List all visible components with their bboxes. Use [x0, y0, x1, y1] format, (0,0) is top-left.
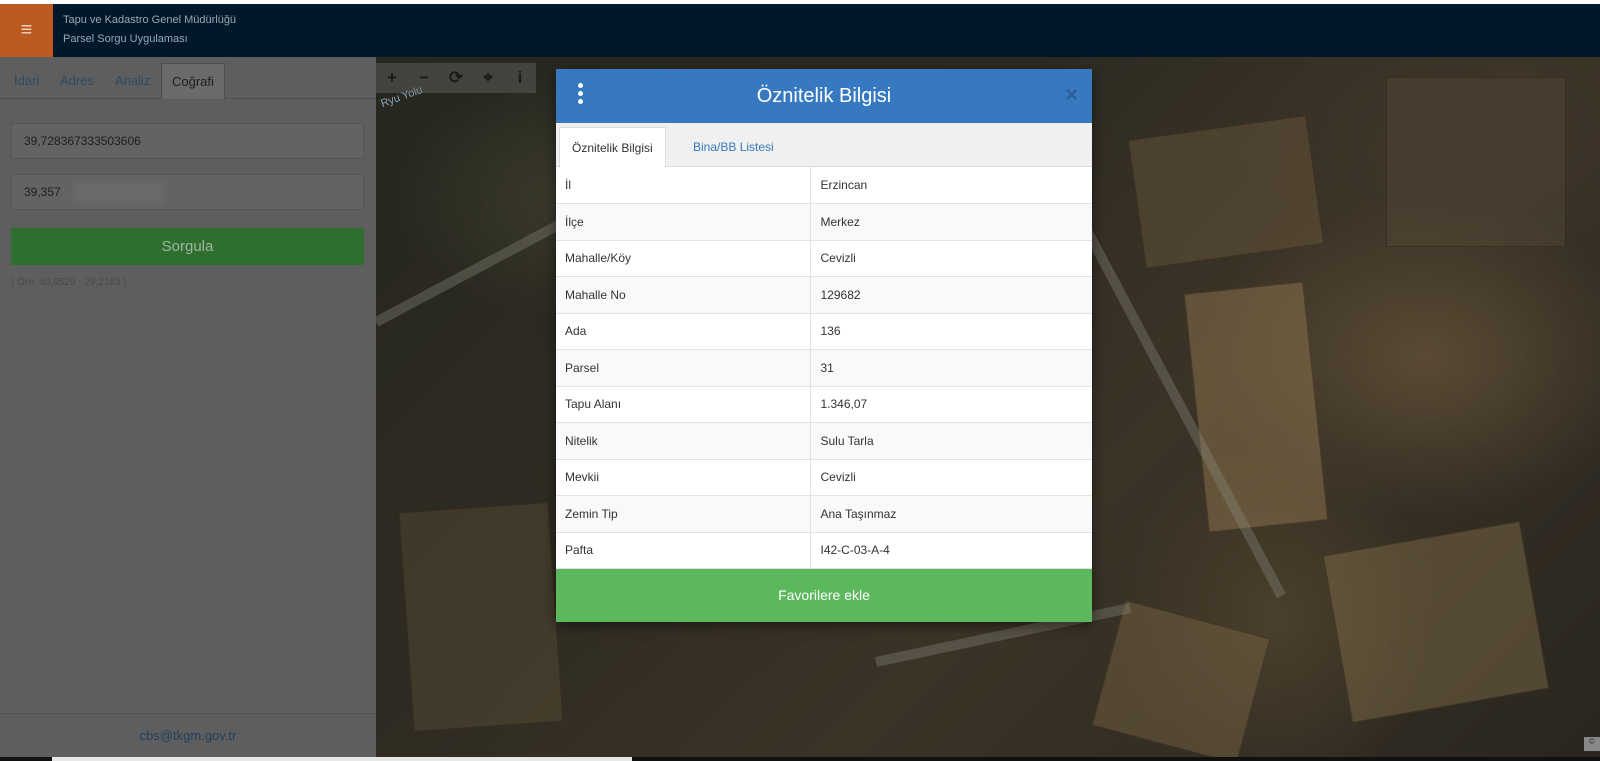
info-icon[interactable]: i	[504, 63, 536, 93]
table-row: Mevkii Cevizli	[556, 459, 1092, 496]
sidebar-tabs: İdari Adres Analiz Coğrafi	[0, 57, 376, 99]
attribute-table: İl Erzincan İlçe Merkez Mahalle/Köy Cevizli…	[556, 167, 1092, 569]
table-row: Zemin Tip Ana Taşınmaz	[556, 495, 1092, 533]
tab-cografi[interactable]: Coğrafi	[161, 63, 225, 99]
tab-analiz[interactable]: Analiz	[115, 63, 150, 99]
row-key: Tapu Alanı	[556, 386, 811, 423]
row-value: 136	[810, 313, 1092, 350]
attribute-info-modal: Öznitelik Bilgisi × Öznitelik Bilgisi Bi…	[556, 69, 1092, 622]
row-value: Cevizli	[810, 240, 1092, 277]
row-value: 31	[810, 349, 1092, 387]
row-value: Cevizli	[810, 459, 1092, 496]
map-field	[1127, 115, 1325, 269]
map-field	[1322, 520, 1550, 724]
table-row: Parsel 31	[556, 349, 1092, 387]
table-row: Mahalle/Köy Cevizli	[556, 240, 1092, 277]
redacted-blur	[74, 183, 164, 203]
footer-email[interactable]: cbs@tkgm.gov.tr	[0, 713, 376, 757]
latitude-input[interactable]: 39,728367333503606	[11, 123, 364, 159]
modal-title: Öznitelik Bilgisi	[756, 85, 892, 107]
row-key: İl	[556, 167, 811, 204]
app-title: Tapu ve Kadastro Genel Müdürlüğü Parsel …	[63, 11, 236, 49]
bottom-strip-light	[52, 757, 632, 761]
table-row: İlçe Merkez	[556, 203, 1092, 241]
map-field	[398, 502, 564, 732]
map-credit: ©	[1584, 737, 1600, 751]
table-row: Pafta I42-C-03-A-4	[556, 532, 1092, 569]
map-field	[1386, 77, 1566, 247]
row-value: I42-C-03-A-4	[810, 532, 1092, 569]
close-icon[interactable]: ×	[1065, 82, 1078, 108]
hamburger-icon[interactable]: ≡	[0, 4, 53, 57]
tab-adres[interactable]: Adres	[60, 63, 94, 99]
row-key: Mevkii	[556, 459, 811, 496]
sidebar: İdari Adres Analiz Coğrafi 39,7283673335…	[0, 57, 376, 757]
row-key: Parsel	[556, 349, 811, 387]
row-value: 129682	[810, 276, 1092, 314]
map-field	[1183, 281, 1329, 533]
table-row: İl Erzincan	[556, 167, 1092, 204]
map-toolbar: + − ⟳ ⌖ i	[376, 63, 536, 93]
row-key: Mahalle/Köy	[556, 240, 811, 277]
bottom-strip	[0, 757, 1600, 761]
zoom-in-icon[interactable]: +	[376, 63, 408, 93]
row-key: Nitelik	[556, 422, 811, 460]
row-key: İlçe	[556, 203, 811, 241]
app-header: ≡ Tapu ve Kadastro Genel Müdürlüğü Parse…	[0, 4, 1600, 57]
table-row: Tapu Alanı 1.346,07	[556, 386, 1092, 423]
row-key: Zemin Tip	[556, 495, 811, 533]
table-row: Ada 136	[556, 313, 1092, 350]
row-value: Ana Taşınmaz	[810, 495, 1092, 533]
zoom-out-icon[interactable]: −	[408, 63, 440, 93]
row-value: 1.346,07	[810, 386, 1092, 423]
coordinate-hint: ( Örn: 40,9529 - 29,2163 )	[11, 277, 127, 288]
modal-header: Öznitelik Bilgisi ×	[556, 69, 1092, 123]
row-key: Ada	[556, 313, 811, 350]
row-value: Sulu Tarla	[810, 422, 1092, 460]
row-value: Merkez	[810, 203, 1092, 241]
map-field	[1091, 599, 1271, 757]
org-name: Tapu ve Kadastro Genel Müdürlüğü	[63, 14, 237, 26]
row-key: Pafta	[556, 532, 811, 569]
longitude-value: 39,357	[24, 185, 61, 199]
add-to-favorites-button[interactable]: Favorilere ekle	[556, 569, 1092, 622]
tab-building-list[interactable]: Bina/BB Listesi	[681, 127, 786, 168]
row-value: Erzincan	[810, 167, 1092, 204]
table-row: Mahalle No 129682	[556, 276, 1092, 314]
table-row: Nitelik Sulu Tarla	[556, 422, 1092, 460]
row-key: Mahalle No	[556, 276, 811, 314]
app-name: Parsel Sorgu Uygulaması	[63, 33, 188, 45]
modal-tabs: Öznitelik Bilgisi Bina/BB Listesi	[556, 123, 1092, 168]
locate-icon[interactable]: ⌖	[472, 63, 504, 93]
longitude-input[interactable]: 39,357	[11, 174, 364, 210]
refresh-icon[interactable]: ⟳	[440, 63, 472, 93]
query-button[interactable]: Sorgula	[11, 228, 364, 265]
tab-idari[interactable]: İdari	[14, 63, 39, 99]
tab-attribute-info[interactable]: Öznitelik Bilgisi	[559, 127, 666, 168]
